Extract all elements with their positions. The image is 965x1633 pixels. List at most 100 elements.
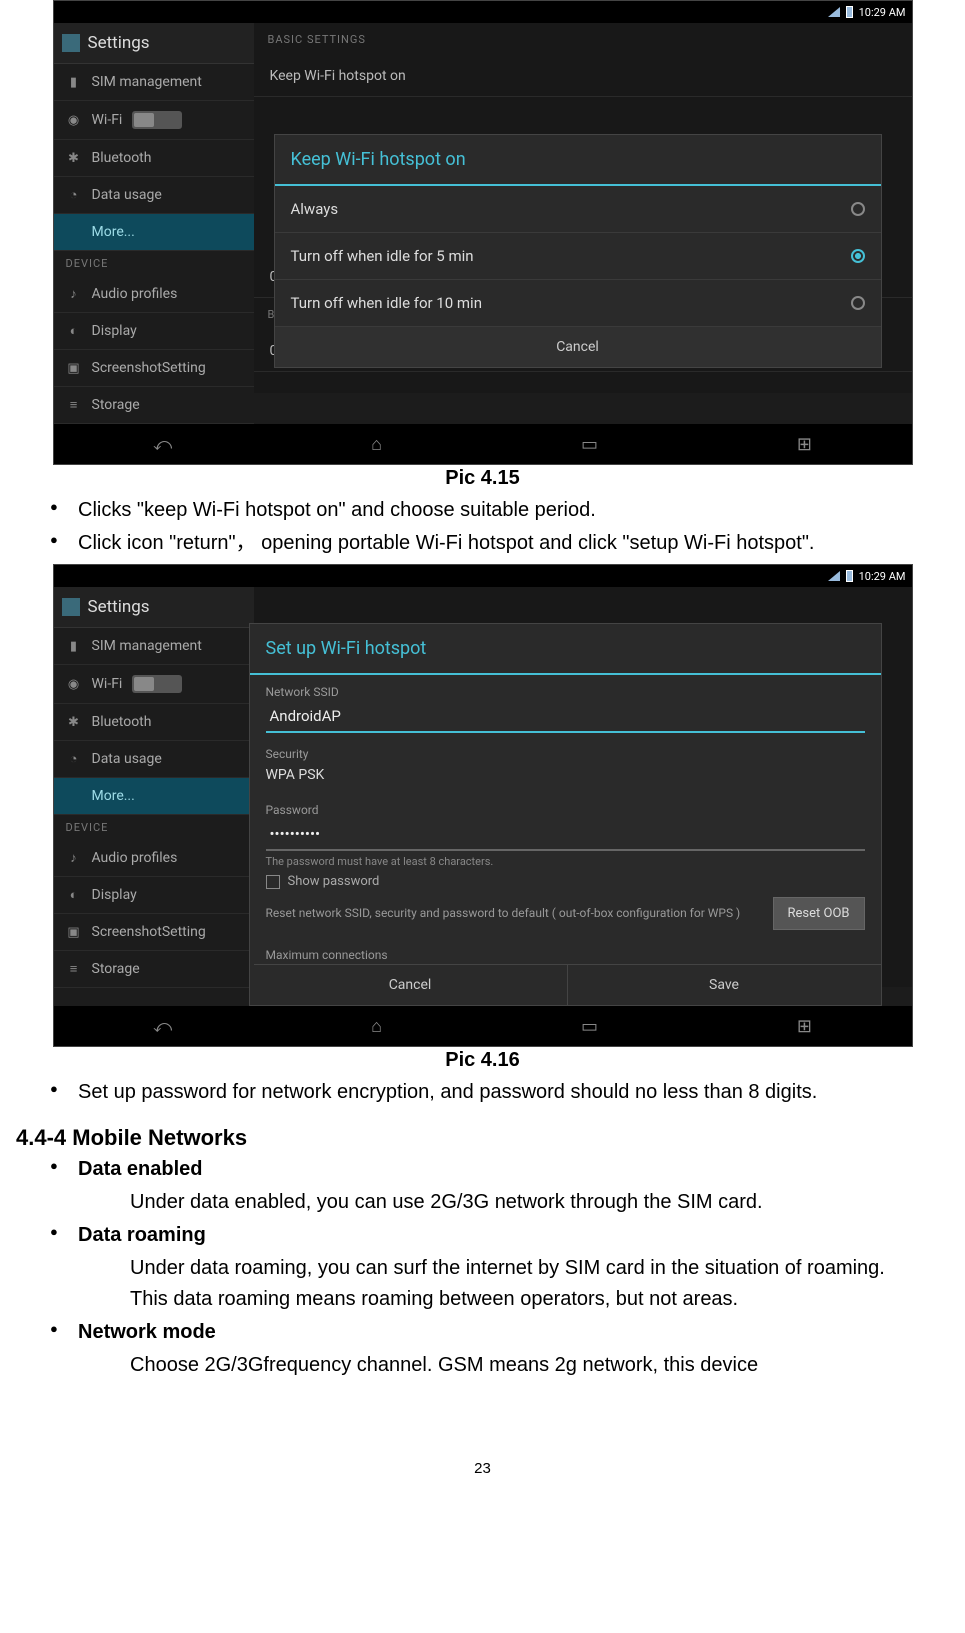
password-label: Password [250,793,881,819]
max-conn-label: Maximum connections [250,938,881,964]
sidebar-item-storage[interactable]: ≡Storage [54,951,254,988]
storage-icon: ≡ [66,397,82,413]
more-icon [66,788,82,804]
back-icon[interactable]: ⤺ [153,1016,172,1037]
sidebar-item-display[interactable]: ◐Display [54,313,254,350]
caption-pic-4-16: Pic 4.16 [10,1049,955,1072]
sidebar-item-storage[interactable]: ≡Storage [54,387,254,424]
bullet-2: Click icon "return"， opening portable Wi… [50,529,943,558]
screenshot-icon: ▣ [66,360,82,376]
bullet-data-enabled: Data enabled [50,1155,943,1184]
dialog-cancel-button[interactable]: Cancel [275,327,881,367]
security-select[interactable]: WPA PSK [266,763,865,787]
dialog-cancel-button[interactable]: Cancel [254,965,568,1005]
wifi-toggle[interactable] [132,675,182,693]
recent-icon[interactable]: ▭ [581,1016,598,1037]
bullet-3: Set up password for network encryption, … [50,1078,943,1107]
security-label: Security [250,737,881,763]
screenshot-nav-icon[interactable]: ⊞ [797,434,812,455]
signal-icon [828,571,840,581]
show-password-checkbox[interactable]: Show password [266,874,865,889]
ssid-input[interactable]: AndroidAP [266,701,865,733]
battery-icon [846,6,853,18]
settings-icon [62,34,80,52]
back-icon[interactable]: ⤺ [153,434,172,455]
sidebar-item-audio[interactable]: ♪Audio profiles [54,840,254,877]
sidebar-item-sim[interactable]: ▮SIM management [54,64,254,101]
sidebar-item-screenshot[interactable]: ▣ScreenshotSetting [54,914,254,951]
screenshot-pic-4-16: 10:29 AM Settings ▮SIM management ◉Wi-Fi… [53,564,913,1047]
sidebar-device-label: DEVICE [54,815,254,840]
ssid-label: Network SSID [250,675,881,701]
screenshot-icon: ▣ [66,924,82,940]
password-input[interactable]: •••••••••• [266,819,865,851]
reset-oob-text: Reset network SSID, security and passwor… [266,906,763,922]
dialog-title: Keep Wi-Fi hotspot on [275,135,881,186]
dialog-option-10min[interactable]: Turn off when idle for 10 min [275,280,881,327]
display-icon: ◐ [66,887,82,903]
audio-icon: ♪ [66,286,82,302]
nav-bar: ⤺ ⌂ ▭ ⊞ [54,1006,912,1046]
bluetooth-icon: ✱ [66,150,82,166]
settings-header: Settings [54,587,254,628]
home-icon[interactable]: ⌂ [371,434,382,455]
nav-bar: ⤺ ⌂ ▭ ⊞ [54,424,912,464]
sidebar-item-wifi[interactable]: ◉Wi-Fi [54,665,254,704]
sim-icon: ▮ [66,638,82,654]
sidebar-item-more[interactable]: More... [54,778,254,815]
sidebar-item-audio[interactable]: ♪Audio profiles [54,276,254,313]
bullet-data-roaming: Data roaming [50,1221,943,1250]
settings-sidebar: Settings ▮SIM management ◉Wi-Fi ✱Bluetoo… [54,587,254,988]
home-icon[interactable]: ⌂ [371,1016,382,1037]
data-enabled-body: Under data enabled, you can use 2G/3G ne… [10,1188,955,1217]
recent-icon[interactable]: ▭ [581,434,598,455]
keep-hotspot-row[interactable]: Keep Wi-Fi hotspot on [254,56,912,97]
bluetooth-icon: ✱ [66,714,82,730]
settings-header: Settings [54,23,254,64]
sidebar-item-data-usage[interactable]: ◔Data usage [54,741,254,778]
page-number: 23 [10,1460,955,1477]
checkbox-icon [266,875,280,889]
dialog-option-5min[interactable]: Turn off when idle for 5 min [275,233,881,280]
settings-title: Settings [88,597,150,617]
data-roaming-body-2: This data roaming means roaming between … [10,1285,955,1314]
bullet-1: Clicks "keep Wi-Fi hotspot on" and choos… [50,496,943,525]
radio-icon [851,202,865,216]
status-time: 10:29 AM [859,6,906,19]
status-time: 10:29 AM [859,570,906,583]
radio-icon [851,249,865,263]
storage-icon: ≡ [66,961,82,977]
dialog-save-button[interactable]: Save [568,965,881,1005]
reset-oob-button[interactable]: Reset OOB [773,897,865,930]
audio-icon: ♪ [66,850,82,866]
caption-pic-4-15: Pic 4.15 [10,467,955,490]
setup-hotspot-dialog: Set up Wi-Fi hotspot Network SSID Androi… [249,623,882,1006]
data-roaming-body-1: Under data roaming, you can surf the int… [10,1254,955,1283]
signal-icon [828,7,840,17]
sidebar-item-bluetooth[interactable]: ✱Bluetooth [54,140,254,177]
radio-icon [851,296,865,310]
settings-title: Settings [88,33,150,53]
screenshot-pic-4-15: 10:29 AM Settings ▮SIM management ◉Wi-Fi… [53,0,913,465]
wifi-icon: ◉ [66,112,82,128]
battery-icon [846,570,853,582]
sidebar-item-data-usage[interactable]: ◔Data usage [54,177,254,214]
dialog-option-always[interactable]: Always [275,186,881,233]
sim-icon: ▮ [66,74,82,90]
status-bar: 10:29 AM [54,565,912,587]
status-bar: 10:29 AM [54,1,912,23]
section-heading: 4.4-4 Mobile Networks [16,1125,955,1151]
keep-hotspot-dialog: Keep Wi-Fi hotspot on Always Turn off wh… [274,134,882,368]
sidebar-device-label: DEVICE [54,251,254,276]
dialog-title: Set up Wi-Fi hotspot [250,624,881,675]
sidebar-item-wifi[interactable]: ◉Wi-Fi [54,101,254,140]
sidebar-item-more[interactable]: More... [54,214,254,251]
sidebar-item-display[interactable]: ◐Display [54,877,254,914]
data-usage-icon: ◔ [66,751,82,767]
basic-settings-label: BASIC SETTINGS [254,23,912,56]
screenshot-nav-icon[interactable]: ⊞ [797,1016,812,1037]
sidebar-item-sim[interactable]: ▮SIM management [54,628,254,665]
sidebar-item-screenshot[interactable]: ▣ScreenshotSetting [54,350,254,387]
wifi-toggle[interactable] [132,111,182,129]
sidebar-item-bluetooth[interactable]: ✱Bluetooth [54,704,254,741]
